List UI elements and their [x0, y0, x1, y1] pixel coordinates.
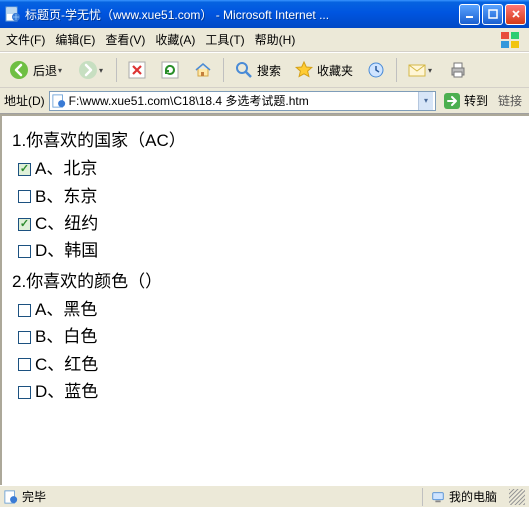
toolbar: 后退 ▾ ▾ 搜索 收藏夹 ▾ [0, 52, 529, 88]
checkbox[interactable] [18, 163, 31, 176]
checkbox[interactable] [18, 358, 31, 371]
question-text: 1.你喜欢的国家（AC） [12, 128, 519, 154]
option-label: A、北京 [35, 156, 97, 182]
option-label: D、蓝色 [35, 379, 98, 405]
option-row: B、白色 [18, 324, 519, 350]
address-label: 地址(D) [4, 92, 45, 109]
go-button[interactable]: 转到 [440, 91, 491, 111]
option-label: C、纽约 [35, 211, 98, 237]
toolbar-separator [116, 58, 117, 82]
checkbox[interactable] [18, 331, 31, 344]
search-button[interactable]: 搜索 [229, 56, 286, 84]
window-title: 标题页-学无忧（www.xue51.com） - Microsoft Inter… [25, 6, 459, 23]
mail-button[interactable]: ▾ [402, 56, 440, 84]
page-content: 1.你喜欢的国家（AC） A、北京 B、东京 C、纽约 D、韩国 2.你喜欢的颜… [0, 114, 529, 485]
favorites-label: 收藏夹 [317, 62, 353, 79]
option-row: C、红色 [18, 352, 519, 378]
menubar: 文件(F) 编辑(E) 查看(V) 收藏(A) 工具(T) 帮助(H) [0, 28, 529, 52]
window-minimize-button[interactable] [459, 4, 480, 25]
option-label: C、红色 [35, 352, 98, 378]
refresh-icon [160, 60, 180, 80]
status-bar: 完毕 我的电脑 [0, 485, 529, 507]
stop-button[interactable] [122, 56, 152, 84]
menu-help[interactable]: 帮助(H) [255, 31, 296, 48]
ie-page-icon [5, 6, 21, 22]
computer-icon [431, 490, 445, 504]
window-close-button[interactable] [505, 4, 526, 25]
mail-icon [407, 60, 427, 80]
checkbox[interactable] [18, 386, 31, 399]
refresh-button[interactable] [155, 56, 185, 84]
address-field[interactable]: F:\www.xue51.com\C18\18.4 多选考试题.htm ▾ [49, 91, 436, 111]
question-text: 2.你喜欢的颜色（） [12, 269, 519, 295]
windows-logo-icon [497, 30, 525, 50]
home-button[interactable] [188, 56, 218, 84]
dropdown-arrow-icon: ▾ [58, 66, 65, 75]
search-label: 搜索 [257, 62, 281, 79]
option-label: B、白色 [35, 324, 97, 350]
window-maximize-button[interactable] [482, 4, 503, 25]
forward-button[interactable]: ▾ [73, 56, 111, 84]
option-row: D、蓝色 [18, 379, 519, 405]
back-icon [9, 60, 29, 80]
favorites-button[interactable]: 收藏夹 [289, 56, 358, 84]
menu-favorites[interactable]: 收藏(A) [155, 31, 195, 48]
back-button[interactable]: 后退 ▾ [4, 56, 70, 84]
address-bar: 地址(D) F:\www.xue51.com\C18\18.4 多选考试题.ht… [0, 88, 529, 114]
history-icon [366, 60, 386, 80]
dropdown-arrow-icon: ▾ [99, 66, 106, 75]
zone-label: 我的电脑 [449, 488, 497, 505]
address-text: F:\www.xue51.com\C18\18.4 多选考试题.htm [69, 92, 415, 109]
forward-icon [78, 60, 98, 80]
window-titlebar: 标题页-学无忧（www.xue51.com） - Microsoft Inter… [0, 0, 529, 28]
go-label: 转到 [464, 92, 488, 109]
menu-tools[interactable]: 工具(T) [205, 31, 244, 48]
option-row: A、黑色 [18, 297, 519, 323]
toolbar-separator [396, 58, 397, 82]
option-label: D、韩国 [35, 238, 98, 264]
option-row: C、纽约 [18, 211, 519, 237]
status-text: 完毕 [22, 488, 46, 505]
links-label[interactable]: 链接 [495, 92, 525, 109]
print-icon [448, 60, 468, 80]
star-icon [294, 60, 314, 80]
address-dropdown-button[interactable]: ▾ [418, 92, 433, 110]
back-label: 后退 [33, 62, 57, 79]
checkbox[interactable] [18, 245, 31, 258]
ie-page-icon [52, 94, 66, 108]
checkbox[interactable] [18, 190, 31, 203]
checkbox[interactable] [18, 304, 31, 317]
checkbox[interactable] [18, 218, 31, 231]
resize-grip[interactable] [509, 489, 525, 505]
stop-icon [127, 60, 147, 80]
dropdown-arrow-icon: ▾ [428, 66, 435, 75]
security-zone: 我的电脑 [422, 488, 505, 506]
option-row: D、韩国 [18, 238, 519, 264]
home-icon [193, 60, 213, 80]
option-row: A、北京 [18, 156, 519, 182]
option-label: B、东京 [35, 184, 97, 210]
ie-page-icon [4, 490, 18, 504]
search-icon [234, 60, 254, 80]
print-button[interactable] [443, 56, 473, 84]
option-label: A、黑色 [35, 297, 97, 323]
menu-view[interactable]: 查看(V) [105, 31, 145, 48]
history-button[interactable] [361, 56, 391, 84]
option-row: B、东京 [18, 184, 519, 210]
menu-file[interactable]: 文件(F) [6, 31, 45, 48]
toolbar-separator [223, 58, 224, 82]
menu-edit[interactable]: 编辑(E) [55, 31, 95, 48]
go-icon [443, 92, 461, 110]
